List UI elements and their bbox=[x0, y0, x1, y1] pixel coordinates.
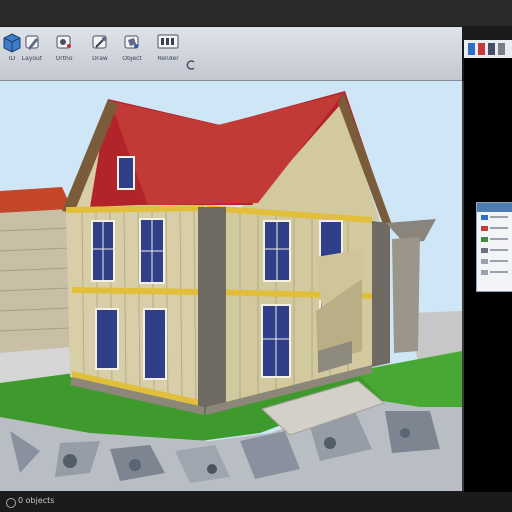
dialog-header bbox=[477, 203, 512, 212]
3d-viewport[interactable] bbox=[0, 81, 464, 491]
brush-icon bbox=[56, 35, 71, 49]
panel-tab-icon[interactable] bbox=[488, 43, 495, 55]
toolbar-button-5[interactable]: Render bbox=[152, 31, 184, 77]
layer-row[interactable] bbox=[477, 267, 512, 278]
refresh-icon[interactable] bbox=[186, 57, 196, 71]
right-panel bbox=[464, 40, 512, 500]
title-bar bbox=[0, 0, 512, 26]
layers-dialog bbox=[476, 202, 512, 292]
toolbar-button-1[interactable]: Layout bbox=[16, 31, 48, 77]
panel-tab-icon[interactable] bbox=[468, 43, 475, 55]
wand-icon bbox=[92, 35, 107, 49]
layer-row[interactable] bbox=[477, 212, 512, 223]
bucket-icon bbox=[124, 35, 139, 49]
main-toolbar: ID Layout Ortho Draw Object Render bbox=[0, 27, 462, 81]
panel-tab-icon[interactable] bbox=[478, 43, 485, 55]
toolbar-button-4-label: Object bbox=[122, 56, 142, 62]
layer-row[interactable] bbox=[477, 234, 512, 245]
toolbar-button-1-label: Layout bbox=[21, 56, 43, 62]
pencil-icon bbox=[25, 35, 39, 50]
house-model bbox=[0, 81, 462, 491]
panel-tab-icon[interactable] bbox=[498, 43, 505, 55]
status-bar: 0 objects bbox=[0, 492, 512, 512]
toolbar-button-5-label: Render bbox=[157, 56, 179, 62]
layer-row[interactable] bbox=[477, 256, 512, 267]
panel-tab-strip bbox=[464, 40, 512, 58]
toolbar-button-4[interactable]: Object bbox=[116, 31, 148, 77]
status-text: 0 objects bbox=[18, 496, 55, 505]
render-icon bbox=[157, 34, 179, 49]
toolbar-button-2-label: Ortho bbox=[55, 56, 73, 62]
layer-row[interactable] bbox=[477, 245, 512, 256]
toolbar-button-3-label: Draw bbox=[92, 56, 108, 62]
toolbar-button-3[interactable]: Draw bbox=[84, 31, 116, 77]
status-icon bbox=[6, 498, 16, 508]
layer-row[interactable] bbox=[477, 223, 512, 234]
toolbar-button-2[interactable]: Ortho bbox=[48, 31, 80, 77]
